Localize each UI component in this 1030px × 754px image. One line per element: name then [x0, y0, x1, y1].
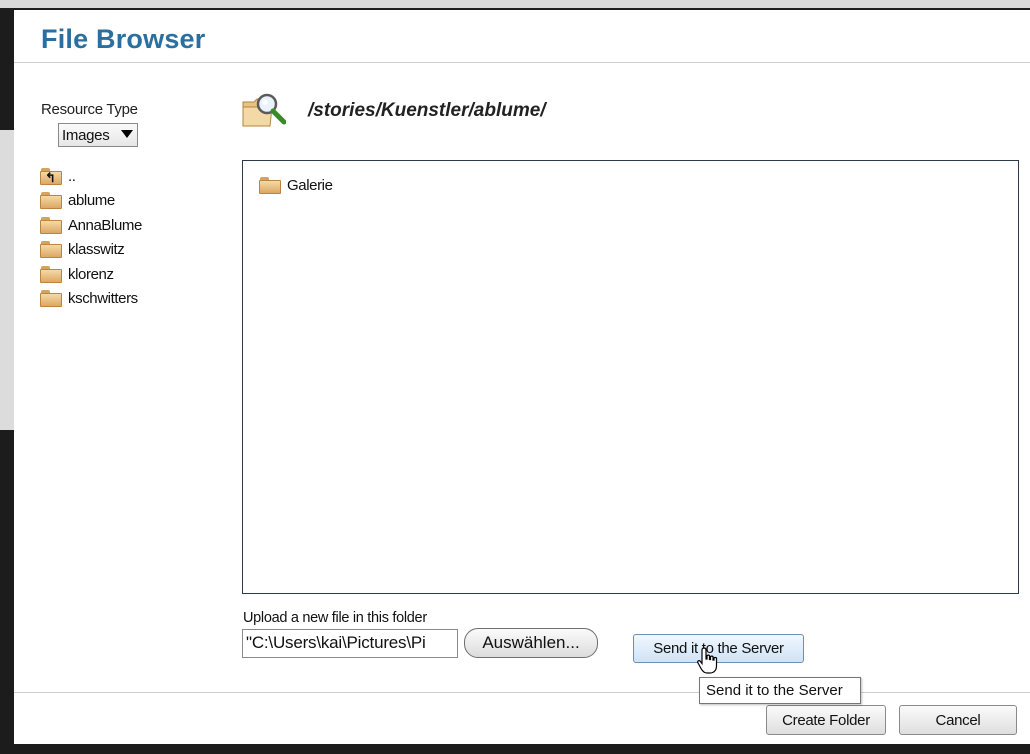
tree-item-label: klorenz — [68, 265, 114, 283]
tree-item-label: AnnaBlume — [68, 216, 142, 234]
tree-item-label: kschwitters — [68, 290, 138, 308]
tree-item-klasswitz[interactable]: klasswitz — [40, 238, 142, 263]
folder-search-icon — [242, 93, 286, 127]
resource-type-select[interactable]: Images — [58, 123, 138, 147]
resource-type-label: Resource Type — [41, 101, 138, 118]
tree-item-klorenz[interactable]: klorenz — [40, 262, 142, 287]
folder-icon — [40, 192, 62, 210]
tree-item-label: .. — [68, 167, 76, 185]
choose-file-button[interactable]: Auswählen... — [464, 628, 598, 658]
tree-item-parent[interactable]: ↰ .. — [40, 164, 142, 189]
underlying-page — [0, 130, 14, 430]
resource-type-value: Images — [62, 126, 110, 144]
upload-file-input[interactable]: "C:\Users\kai\Pictures\Pi — [242, 629, 458, 658]
dropdown-arrow-icon — [121, 130, 133, 138]
folder-tree: ↰ .. ablume AnnaBlume klasswitz klorenz … — [40, 164, 142, 311]
cancel-button[interactable]: Cancel — [899, 705, 1017, 735]
folder-up-icon: ↰ — [40, 167, 62, 185]
file-list-panel[interactable]: Galerie — [242, 160, 1019, 594]
file-item-galerie[interactable]: Galerie — [259, 177, 333, 194]
folder-icon — [40, 241, 62, 259]
create-folder-button[interactable]: Create Folder — [766, 705, 886, 735]
folder-icon — [40, 290, 62, 308]
title-divider — [14, 62, 1030, 63]
current-path: /stories/Kuenstler/ablume/ — [308, 100, 546, 121]
page-top-strip — [0, 0, 1030, 8]
folder-icon — [40, 216, 62, 234]
hand-cursor-icon — [697, 647, 718, 674]
upload-label: Upload a new file in this folder — [243, 610, 427, 626]
folder-icon — [40, 265, 62, 283]
tree-item-kschwitters[interactable]: kschwitters — [40, 287, 142, 312]
footer-divider — [14, 692, 1030, 693]
tree-item-annablume[interactable]: AnnaBlume — [40, 213, 142, 238]
file-item-label: Galerie — [287, 177, 333, 194]
tree-item-label: ablume — [68, 192, 115, 210]
file-browser-dialog: File Browser Resource Type Images ↰ .. a… — [14, 10, 1030, 744]
tree-item-label: klasswitz — [68, 241, 125, 259]
send-button-tooltip: Send it to the Server — [699, 677, 861, 704]
dialog-title: File Browser — [41, 24, 206, 54]
tree-item-ablume[interactable]: ablume — [40, 189, 142, 214]
folder-icon — [259, 177, 281, 194]
